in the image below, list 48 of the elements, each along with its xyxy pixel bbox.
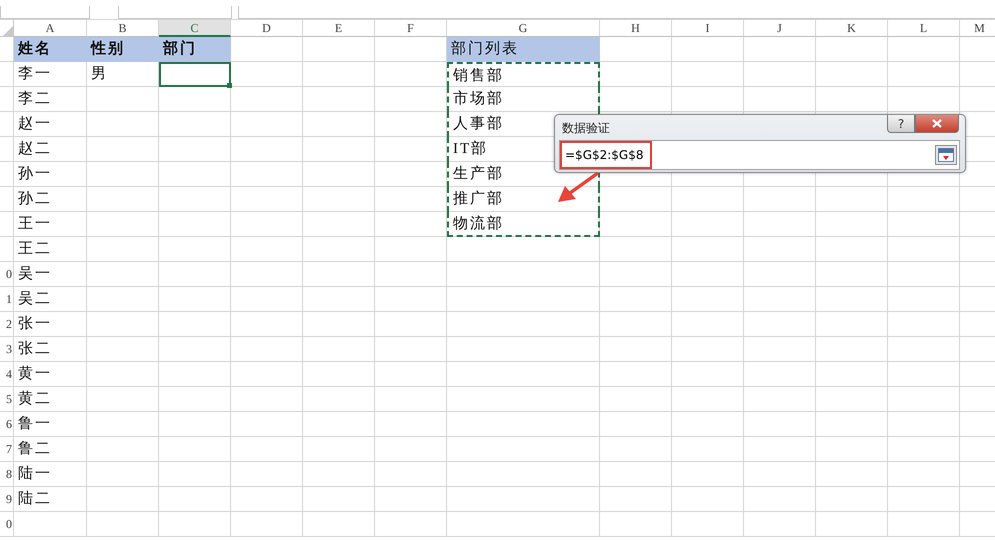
table-cell-text: 赵一 (17, 114, 53, 134)
close-button[interactable] (915, 115, 959, 133)
table-cell: 市场部 (447, 87, 600, 112)
range-select-icon (938, 148, 954, 162)
table-cell-text: 吴一 (17, 265, 53, 284)
table-cell-text: 黄一 (17, 364, 53, 384)
collapse-dialog-button[interactable] (935, 145, 957, 165)
close-icon (931, 119, 943, 128)
table-cell-text: 鲁二 (17, 440, 53, 459)
select-all-corner[interactable] (0, 20, 14, 37)
table-cell: 部门 (159, 37, 231, 62)
table-cell: 性别 (87, 37, 159, 62)
table-cell-text: 陆二 (17, 490, 53, 509)
row-header[interactable]: 3 (0, 337, 14, 362)
name-box[interactable] (0, 6, 90, 19)
table-cell: 部门列表 (447, 37, 600, 62)
table-cell-text: 陆一 (17, 464, 53, 484)
row-header[interactable]: 0 (0, 262, 14, 287)
table-cell: 姓名 (14, 37, 87, 62)
annotation-arrow (556, 171, 600, 205)
table-cell-text: 李一 (17, 64, 53, 84)
row-header[interactable]: 8 (0, 462, 14, 487)
row-header[interactable]: 6 (0, 412, 14, 437)
column-header[interactable]: C (159, 20, 231, 37)
row-header[interactable]: 7 (0, 437, 14, 462)
row-header[interactable]: 9 (0, 487, 14, 512)
table-cell-text: 孙一 (17, 165, 53, 184)
table-cell-text: 孙二 (17, 190, 53, 209)
table-cell-text: 张二 (17, 340, 53, 359)
table-cell-text: 男 (90, 65, 109, 84)
table-cell-text: 李二 (17, 90, 53, 109)
table-cell-text: 王一 (17, 215, 53, 234)
table-cell-text: 王二 (17, 240, 53, 259)
table-cell: 销售部 (447, 62, 600, 87)
table-cell-text: 吴二 (17, 290, 53, 309)
table-cell: 物流部 (447, 212, 600, 237)
row-header[interactable]: 0 (0, 512, 14, 537)
row-header[interactable]: 4 (0, 362, 14, 387)
table-cell-text: 张一 (17, 314, 53, 334)
table-cell-text: 黄二 (17, 390, 53, 409)
row-header[interactable]: 5 (0, 387, 14, 412)
row-header[interactable]: 1 (0, 287, 14, 312)
help-button[interactable]: ? (887, 115, 915, 133)
table-cell-text: 赵二 (17, 140, 53, 159)
row-header[interactable]: 2 (0, 312, 14, 337)
range-input-field[interactable]: =$G$2:$G$8 (560, 141, 652, 169)
triangle-icon (3, 26, 13, 36)
table-cell-text: 鲁一 (17, 414, 53, 434)
